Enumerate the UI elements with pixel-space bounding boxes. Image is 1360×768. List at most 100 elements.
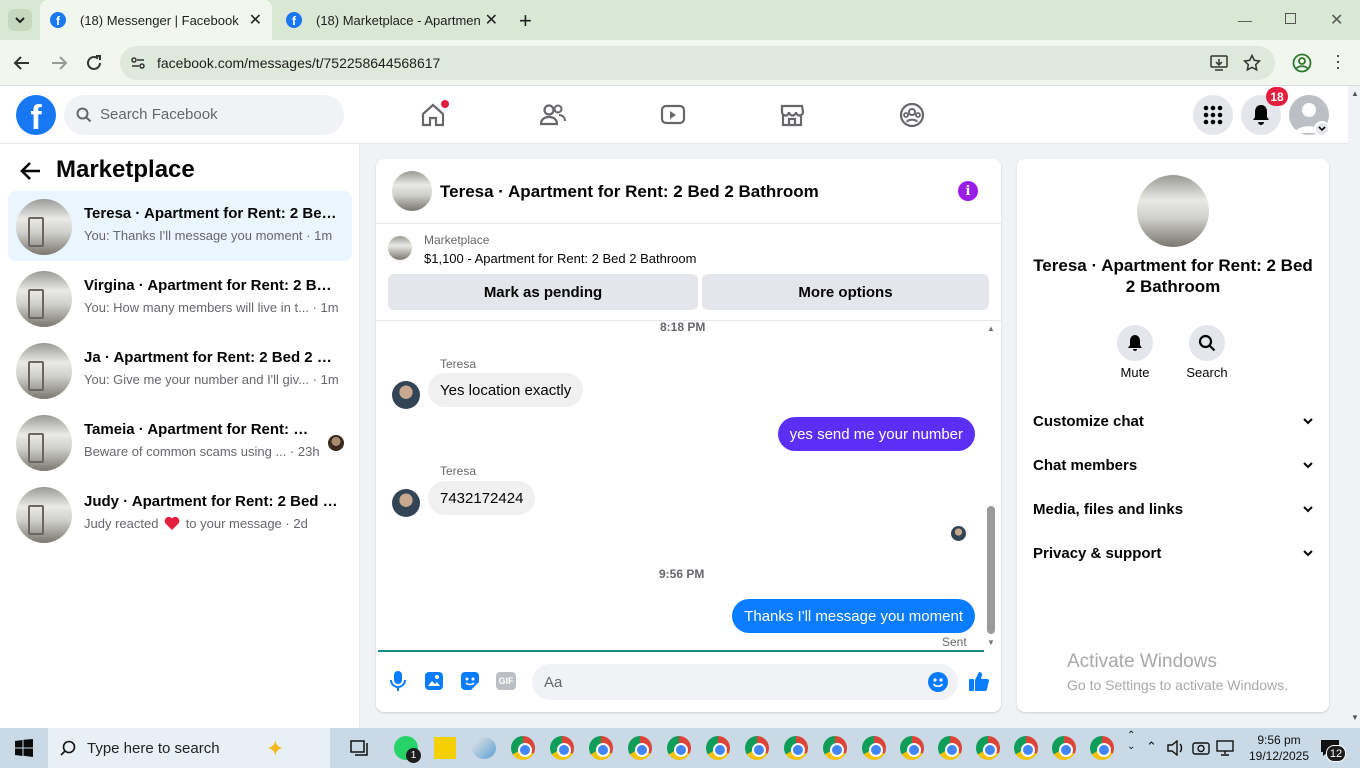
message-incoming[interactable]: 7432172424 [428, 481, 536, 515]
chrome-profile-icon[interactable] [589, 736, 613, 760]
nav-marketplace[interactable] [737, 86, 847, 144]
search-conversation-button[interactable] [1189, 325, 1225, 361]
install-app-icon[interactable] [1210, 54, 1228, 72]
tab-search-icon[interactable] [8, 9, 32, 31]
message-outgoing[interactable]: yes send me your number [777, 417, 975, 451]
facebook-logo-icon[interactable]: f [16, 95, 56, 135]
section-chat-members[interactable]: Chat members [1033, 450, 1313, 480]
sidebar-title: Marketplace [56, 156, 195, 183]
chrome-profile-icon[interactable] [823, 736, 847, 760]
chrome-profile-icon[interactable] [1052, 736, 1076, 760]
sticky-notes-icon[interactable] [434, 737, 456, 759]
search-facebook-input[interactable]: Search Facebook [64, 95, 344, 135]
photo-icon[interactable] [424, 671, 444, 691]
address-bar[interactable]: facebook.com/messages/t/752258644568617 [120, 46, 1275, 80]
chrome-profile-icon[interactable] [628, 736, 652, 760]
more-options-button[interactable]: More options [702, 274, 989, 310]
chrome-profile-icon[interactable] [745, 736, 769, 760]
message-outgoing[interactable]: Thanks I'll message you moment [732, 599, 975, 633]
menu-grid-button[interactable] [1193, 95, 1233, 135]
chat-scrollbar[interactable]: ▲ ▼ [987, 324, 995, 650]
chrome-profile-icon[interactable] [706, 736, 730, 760]
conversation-item-teresa[interactable]: Teresa · Apartment for Rent: 2 Bed 2 Bat… [8, 191, 352, 261]
home-notification-dot [441, 100, 449, 108]
mark-as-pending-button[interactable]: Mark as pending [388, 274, 698, 310]
snipping-tool-icon[interactable] [472, 737, 496, 759]
nav-video[interactable] [618, 86, 728, 144]
mute-button[interactable] [1117, 325, 1153, 361]
message-incoming[interactable]: Yes location exactly [428, 373, 584, 407]
section-media-files-links[interactable]: Media, files and links [1033, 494, 1313, 524]
conversation-item-virgina[interactable]: Virgina · Apartment for Rent: 2 Bed 2 Ba… [8, 263, 352, 333]
forward-icon[interactable] [50, 54, 68, 72]
tab-messenger[interactable]: f (18) Messenger | Facebook ✕ [40, 0, 272, 40]
thumbs-up-icon[interactable] [968, 670, 990, 692]
windows-start-icon[interactable] [15, 739, 33, 757]
chrome-profile-icon[interactable] [1014, 736, 1038, 760]
chrome-profile-icon[interactable] [938, 736, 962, 760]
tab-marketplace-label: (18) Marketplace - Apartment fo [316, 12, 481, 28]
sender-avatar[interactable] [392, 489, 420, 517]
section-customize-chat[interactable]: Customize chat [1033, 406, 1313, 436]
sender-avatar[interactable] [392, 381, 420, 409]
chrome-profile-icon[interactable] [667, 736, 691, 760]
nav-friends[interactable] [498, 86, 608, 144]
groups-icon [899, 102, 925, 128]
conversation-snippet: You: Thanks I'll message you moment · 1m [84, 228, 333, 243]
section-privacy-support[interactable]: Privacy & support [1033, 538, 1313, 568]
nav-groups[interactable] [857, 86, 967, 144]
chat-title[interactable]: Teresa · Apartment for Rent: 2 Bed 2 Bat… [440, 182, 819, 202]
back-icon[interactable] [13, 54, 31, 72]
microphone-icon[interactable] [388, 670, 408, 692]
tab-marketplace[interactable]: f (18) Marketplace - Apartment fo ✕ [276, 0, 508, 40]
network-icon[interactable] [1216, 740, 1234, 756]
chrome-profile-icon[interactable] [862, 736, 886, 760]
back-arrow-icon[interactable] [20, 161, 42, 181]
timestamp: 9:56 PM [659, 567, 705, 581]
info-icon[interactable]: i [958, 181, 978, 201]
close-tab-icon[interactable]: ✕ [485, 10, 498, 30]
emoji-icon[interactable] [928, 672, 948, 692]
listing-title[interactable]: $1,100 - Apartment for Rent: 2 Bed 2 Bat… [424, 251, 696, 266]
new-tab-icon[interactable]: + [519, 8, 532, 34]
sticker-icon[interactable] [460, 671, 480, 691]
chat-header-thumbnail[interactable] [392, 171, 432, 211]
notifications-button[interactable]: 18 [1241, 87, 1288, 135]
conversation-info-panel: Teresa · Apartment for Rent: 2 Bed 2 Bat… [1017, 159, 1329, 712]
chat-panel: Teresa · Apartment for Rent: 2 Bed 2 Bat… [376, 159, 1001, 712]
profile-icon[interactable] [1292, 53, 1312, 73]
whatsapp-icon[interactable]: 1 [394, 736, 421, 763]
chrome-profile-icon[interactable] [550, 736, 574, 760]
minimize-icon[interactable]: — [1238, 12, 1252, 28]
video-icon [660, 104, 686, 125]
camera-icon[interactable] [1192, 740, 1210, 756]
conversation-item-ja[interactable]: Ja · Apartment for Rent: 2 Bed 2 Bathroo… [8, 335, 352, 405]
conversation-item-judy[interactable]: Judy · Apartment for Rent: 2 Bed 2 Bathr… [8, 479, 352, 549]
site-info-icon[interactable] [130, 55, 146, 71]
close-tab-icon[interactable]: ✕ [249, 10, 262, 30]
chrome-profile-icon[interactable] [900, 736, 924, 760]
chrome-profile-icon[interactable] [784, 736, 808, 760]
show-hidden-icons-icon[interactable]: ⌃ [1146, 739, 1157, 755]
taskbar-clock[interactable]: 9:56 pm 19/12/2025 [1243, 732, 1315, 764]
reload-icon[interactable] [85, 54, 103, 72]
gif-icon[interactable]: GIF [496, 672, 516, 690]
bookmark-star-icon[interactable] [1243, 54, 1261, 72]
browser-menu-icon[interactable]: · · · [1335, 46, 1341, 76]
chrome-profile-icon[interactable] [976, 736, 1000, 760]
account-chevron-icon[interactable] [1314, 121, 1330, 137]
volume-icon[interactable] [1167, 740, 1185, 756]
close-window-icon[interactable]: ✕ [1330, 10, 1343, 30]
taskbar-scroll-icon[interactable]: ⌃ ⌄ [1127, 730, 1135, 752]
chrome-profile-icon[interactable] [511, 736, 535, 760]
conversation-item-tameia[interactable]: Tameia · Apartment for Rent: 2 Bed 2 Bat… [8, 407, 352, 477]
listing-photo[interactable] [1137, 175, 1209, 247]
taskbar-search-box[interactable]: Type here to search ✦ [48, 728, 330, 768]
nav-home[interactable] [378, 86, 488, 144]
scrollbar-thumb[interactable] [987, 506, 995, 634]
page-scrollbar[interactable]: ▲ ▼ [1348, 86, 1360, 728]
message-input[interactable]: Aa [532, 664, 958, 700]
chrome-profile-icon[interactable] [1090, 736, 1114, 760]
maximize-icon[interactable] [1285, 13, 1296, 24]
task-view-icon[interactable] [350, 739, 370, 757]
